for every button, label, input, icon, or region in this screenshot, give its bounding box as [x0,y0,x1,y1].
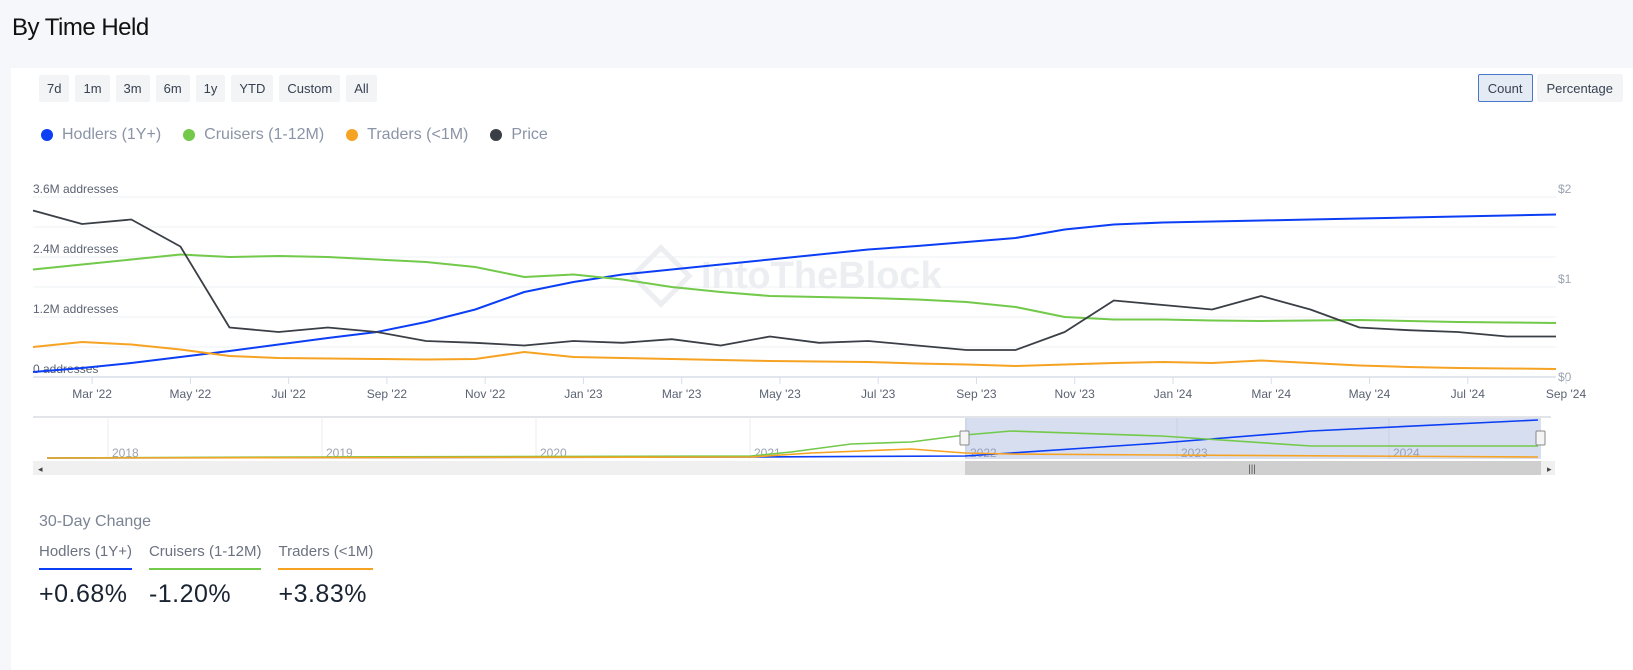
x-axis-label: Jul '23 [861,387,896,401]
change-label: Traders (<1M) [278,543,374,570]
change-label: Cruisers (1-12M) [148,543,262,570]
x-axis-label: May '24 [1349,387,1391,401]
change-value: -1.20% [148,580,232,608]
change-label: Hodlers (1Y+) [39,543,132,570]
navigator-left-handle[interactable] [959,430,970,446]
x-axis-label: Jul '24 [1451,387,1486,401]
x-axis-label: Jan '23 [564,387,603,401]
x-axis-label: Mar '24 [1251,387,1291,401]
change-value: +0.68% [39,580,128,608]
navigator-right-handle[interactable] [1535,430,1546,446]
change-value: +3.83% [278,580,367,608]
change-cruisers: Cruisers (1-12M) -1.20% [148,543,262,609]
x-axis-label: Nov '22 [465,387,506,401]
scroll-left-arrow-icon[interactable]: ◂ [38,464,43,474]
x-axis-label: Jan '24 [1154,387,1193,401]
y2-axis-label: $0 [1558,370,1572,384]
x-axis-label: Sep '22 [367,387,408,401]
y2-axis-label: $1 [1558,272,1572,286]
change-traders: Traders (<1M) +3.83% [278,543,374,609]
scroll-right-arrow-icon[interactable]: ▸ [1547,464,1552,474]
x-axis-label: Sep '24 [1546,387,1587,401]
page-title: By Time Held [12,14,149,41]
y2-axis-label: $2 [1558,182,1572,196]
x-axis-label: Mar '22 [72,387,112,401]
x-axis-label: Mar '23 [662,387,702,401]
change-title: 30-Day Change [39,513,152,530]
y-axis-label: 2.4M addresses [33,242,118,256]
change-hodlers: Hodlers (1Y+) +0.68% [39,543,132,609]
chart-card: 7d 1m 3m 6m 1y YTD Custom All Count Perc… [11,68,1633,670]
x-axis-label: May '23 [759,387,801,401]
y-axis-label: 3.6M addresses [33,182,118,196]
watermark-logo-icon [629,244,693,308]
x-axis-label: Nov '23 [1055,387,1096,401]
x-axis-label: May '22 [170,387,212,401]
scrollbar-grip-icon: ||| [1248,464,1256,475]
x-axis-label: Jul '22 [271,387,306,401]
y-axis-label: 1.2M addresses [33,302,118,316]
change-summary: Hodlers (1Y+) +0.68% Cruisers (1-12M) -1… [39,543,374,609]
line-chart[interactable]: 0 addresses1.2M addresses2.4M addresses3… [11,68,1633,488]
x-axis-label: Sep '23 [956,387,997,401]
watermark: IntoTheBlock [701,255,943,297]
